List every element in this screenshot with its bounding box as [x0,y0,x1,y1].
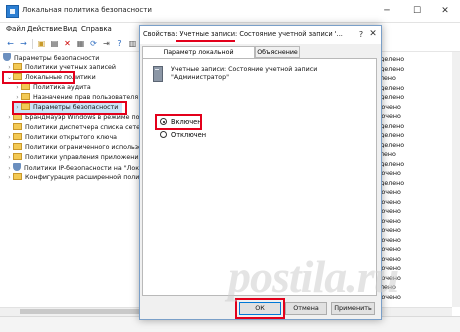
menu-action[interactable]: Действие [27,25,62,33]
policy-status-cell: ючено [380,198,401,206]
policy-status-cell: ючено [380,170,401,177]
help-icon[interactable]: ? [114,39,125,49]
folder-icon [21,93,30,100]
vertical-scrollbar[interactable] [452,52,460,307]
expand-icon[interactable]: › [6,153,13,163]
apply-button[interactable]: Применить [331,302,375,315]
expand-icon[interactable]: › [6,173,13,183]
tree-label: Политика аудита [33,84,91,91]
policy-status-cell: делено [380,122,405,130]
dialog-title: Свойства: Учетные записи: Состояние учет… [143,30,343,38]
forward-icon[interactable]: → [18,39,29,49]
tree-label: Параметры безопасности [14,55,100,62]
policy-status-cell: делено [380,132,405,139]
policy-status-cell: делено [380,94,405,101]
policy-status-cell: лено [380,151,396,158]
radio-unselected-icon[interactable] [160,131,167,138]
tree-label: Политики открытого ключа [25,134,118,141]
folder-icon [13,173,22,180]
tree-item-public-key-policies[interactable]: › Политики открытого ключа [6,133,117,143]
tree-label: Назначение прав пользователя [33,94,139,101]
policy-status-cell: ючено [380,236,401,244]
menu-view[interactable]: Вид [63,25,77,33]
security-settings-icon [3,53,11,61]
policy-status-cell: ючено [380,208,401,215]
toolbar-separator [32,39,33,49]
folder-icon [13,153,22,160]
menu-help[interactable]: Справка [81,25,112,33]
dialog-close-icon[interactable]: ✕ [367,28,379,41]
security-policy-app-icon [6,5,19,18]
tree-item-audit-policy[interactable]: › Политика аудита [14,83,91,93]
watermark: postila.ru [228,251,399,302]
highlight-box-security-options [12,101,127,115]
export-list-icon[interactable]: ⇥ [101,39,112,49]
highlight-box-local-policies [2,71,75,84]
policy-status-cell: ючено [380,217,401,225]
radio-disabled[interactable]: Отключен [160,131,206,140]
policy-status-cell: делено [380,179,405,187]
expand-icon[interactable]: › [6,133,13,143]
cancel-button[interactable]: Отмена [285,302,327,315]
properties-icon[interactable]: ▦ [75,39,86,49]
folder-icon [13,123,22,130]
highlight-box-enabled [155,114,202,130]
console-tree: Параметры безопасности › Политики учетных… [0,52,222,307]
delete-icon[interactable]: ✕ [62,39,73,49]
close-icon[interactable]: ✕ [430,0,460,22]
show-hide-tree-icon[interactable]: ▤ [49,39,60,49]
folder-up-icon[interactable]: ▣ [36,39,47,49]
tree-label: Политики учетных записей [25,64,117,71]
window-title: Локальная политика безопасности [22,6,152,14]
policy-status-cell: ючено [380,113,401,120]
ip-security-icon [13,163,21,171]
tree-label: Политики управления приложениями [25,154,152,161]
policy-description: Учетные записи: Состояние учетной записи… [171,66,318,81]
policy-status-cell: делено [380,56,405,63]
show-pane-icon[interactable]: ▥ [127,39,138,49]
policy-status-cell: делено [380,141,405,149]
folder-icon [21,83,30,90]
policy-status-cell: делено [380,160,405,168]
tab-explain[interactable]: Объяснение [255,46,300,58]
policy-status-cell: делено [380,84,405,92]
folder-icon [13,143,22,150]
tree-label: Политики диспетчера списка сетей [25,124,145,131]
expand-icon[interactable]: › [14,83,21,93]
tree-item-network-list-manager[interactable]: Политики диспетчера списка сетей [6,123,144,133]
policy-status-cell: лено [380,75,396,82]
computer-icon [151,66,164,82]
tree-item-security-settings-root[interactable]: Параметры безопасности [3,53,99,63]
refresh-icon[interactable]: ⟳ [88,39,99,49]
menu-file[interactable]: Файл [6,25,25,33]
expand-icon[interactable]: › [6,143,13,153]
policy-status-cell: делено [380,65,405,73]
radio-disabled-label: Отключен [171,131,207,139]
policy-status-cell: ючено [380,103,401,111]
policy-status-cell: ючено [380,189,401,196]
help-icon[interactable]: ? [355,28,367,41]
title-red-underline [176,40,235,42]
tree-item-application-control[interactable]: › Политики управления приложениями [6,153,151,163]
policy-status-cell: ючено [380,227,401,234]
back-icon[interactable]: ← [5,39,16,49]
folder-icon [13,133,22,140]
maximize-icon[interactable]: ☐ [402,0,432,22]
minimize-icon[interactable]: ─ [372,0,402,22]
folder-icon [13,63,22,70]
